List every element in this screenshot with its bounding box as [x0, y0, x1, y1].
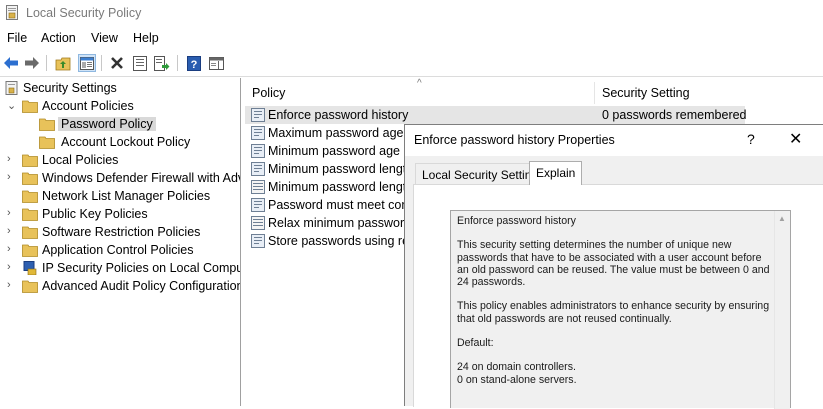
folder-icon — [22, 172, 38, 185]
tree-label: Windows Defender Firewall with Adva — [42, 171, 241, 185]
folder-icon — [22, 154, 38, 167]
menu-file[interactable]: File — [7, 31, 27, 45]
tree-label: Advanced Audit Policy Configuration — [42, 279, 241, 293]
policy-name: Minimum password length — [268, 162, 414, 176]
properties-icon[interactable] — [131, 54, 149, 72]
policy-icon — [251, 234, 265, 248]
explain-scrollbar[interactable]: ▲ — [774, 211, 790, 409]
policy-icon — [251, 108, 265, 122]
policy-name: Enforce password history — [268, 108, 409, 122]
tree-label: Account Policies — [42, 99, 134, 113]
tree-label: Application Control Policies — [42, 243, 194, 257]
menu-action[interactable]: Action — [41, 31, 76, 45]
policy-name: Minimum password length — [268, 180, 414, 194]
policy-row[interactable]: Enforce password history 0 passwords rem… — [245, 106, 747, 124]
policy-icon — [251, 126, 265, 140]
tree-label: Public Key Policies — [42, 207, 148, 221]
tree-label: Password Policy — [58, 117, 156, 131]
chevron-right-icon[interactable]: › — [7, 153, 17, 165]
ip-security-icon — [23, 261, 37, 275]
folder-icon — [22, 190, 38, 203]
chevron-right-icon[interactable]: › — [7, 279, 17, 291]
chevron-right-icon[interactable]: › — [7, 261, 17, 273]
tree-pane: Security Settings ⌄ Account Policies Pas… — [0, 78, 241, 406]
svg-text:?: ? — [191, 59, 198, 71]
folder-icon — [39, 118, 55, 131]
column-header-security-setting[interactable]: Security Setting — [595, 82, 755, 104]
tree-label: IP Security Policies on Local Compute — [42, 261, 241, 275]
tree-label: Security Settings — [23, 81, 117, 95]
policy-icon — [251, 198, 265, 212]
chevron-right-icon[interactable]: › — [7, 171, 17, 183]
policy-setting: 0 passwords remembered — [602, 108, 747, 122]
title-bar: Local Security Policy — [0, 0, 823, 26]
folder-icon — [22, 100, 38, 113]
show-hide-tree-icon[interactable] — [78, 54, 96, 72]
chevron-right-icon[interactable]: › — [7, 243, 17, 255]
back-arrow-icon[interactable] — [2, 54, 20, 72]
dialog-help-button[interactable]: ? — [747, 131, 755, 147]
export-list-icon[interactable] — [153, 54, 171, 72]
explain-text: Enforce password history This security s… — [457, 215, 770, 386]
folder-icon — [22, 208, 38, 221]
policy-audit-icon — [251, 216, 265, 230]
delete-icon[interactable] — [108, 54, 126, 72]
policy-name: Store passwords using reve — [268, 234, 423, 248]
properties-dialog: Enforce password history Properties ? ✕ … — [404, 124, 823, 409]
window-title: Local Security Policy — [26, 6, 142, 20]
policy-name: Password must meet com — [268, 198, 412, 212]
explain-tab-panel: Enforce password history This security s… — [413, 184, 823, 409]
policy-name: Minimum password age — [268, 144, 400, 158]
security-settings-icon — [5, 81, 18, 95]
scroll-up-icon[interactable]: ▲ — [778, 214, 786, 223]
chevron-right-icon[interactable]: › — [7, 225, 17, 237]
policy-name: Relax minimum password — [268, 216, 412, 230]
help-icon[interactable]: ? — [185, 54, 203, 72]
folder-icon — [22, 280, 38, 293]
folder-icon — [39, 136, 55, 149]
policy-icon — [251, 144, 265, 158]
menu-bar: File Action View Help — [0, 28, 823, 48]
security-policy-app-icon — [6, 5, 18, 20]
tree-label: Software Restriction Policies — [42, 225, 201, 239]
menu-view[interactable]: View — [91, 31, 118, 45]
forward-arrow-icon[interactable] — [23, 54, 41, 72]
policy-name: Maximum password age — [268, 126, 404, 140]
chevron-down-icon[interactable]: ⌄ — [7, 99, 17, 112]
up-folder-icon[interactable] — [54, 54, 72, 72]
policy-icon — [251, 162, 265, 176]
tree-label: Local Policies — [42, 153, 119, 167]
menu-help[interactable]: Help — [133, 31, 159, 45]
tab-explain[interactable]: Explain — [529, 161, 583, 185]
folder-icon — [22, 226, 38, 239]
chevron-right-icon[interactable]: › — [7, 207, 17, 219]
folder-icon — [22, 244, 38, 257]
show-action-pane-icon[interactable] — [207, 54, 225, 72]
toolbar: ? — [0, 50, 823, 77]
tree-label: Network List Manager Policies — [42, 189, 211, 203]
column-header-policy[interactable]: Policy — [245, 82, 593, 104]
tab-local-security-setting[interactable]: Local Security Setting — [415, 163, 546, 184]
tree-label: Account Lockout Policy — [61, 135, 191, 149]
dialog-close-button[interactable]: ✕ — [789, 129, 802, 149]
dialog-title-bar: Enforce password history Properties ? ✕ — [405, 125, 823, 156]
policy-audit-icon — [251, 180, 265, 194]
dialog-title: Enforce password history Properties — [414, 133, 615, 147]
explain-text-box[interactable]: Enforce password history This security s… — [450, 210, 791, 409]
